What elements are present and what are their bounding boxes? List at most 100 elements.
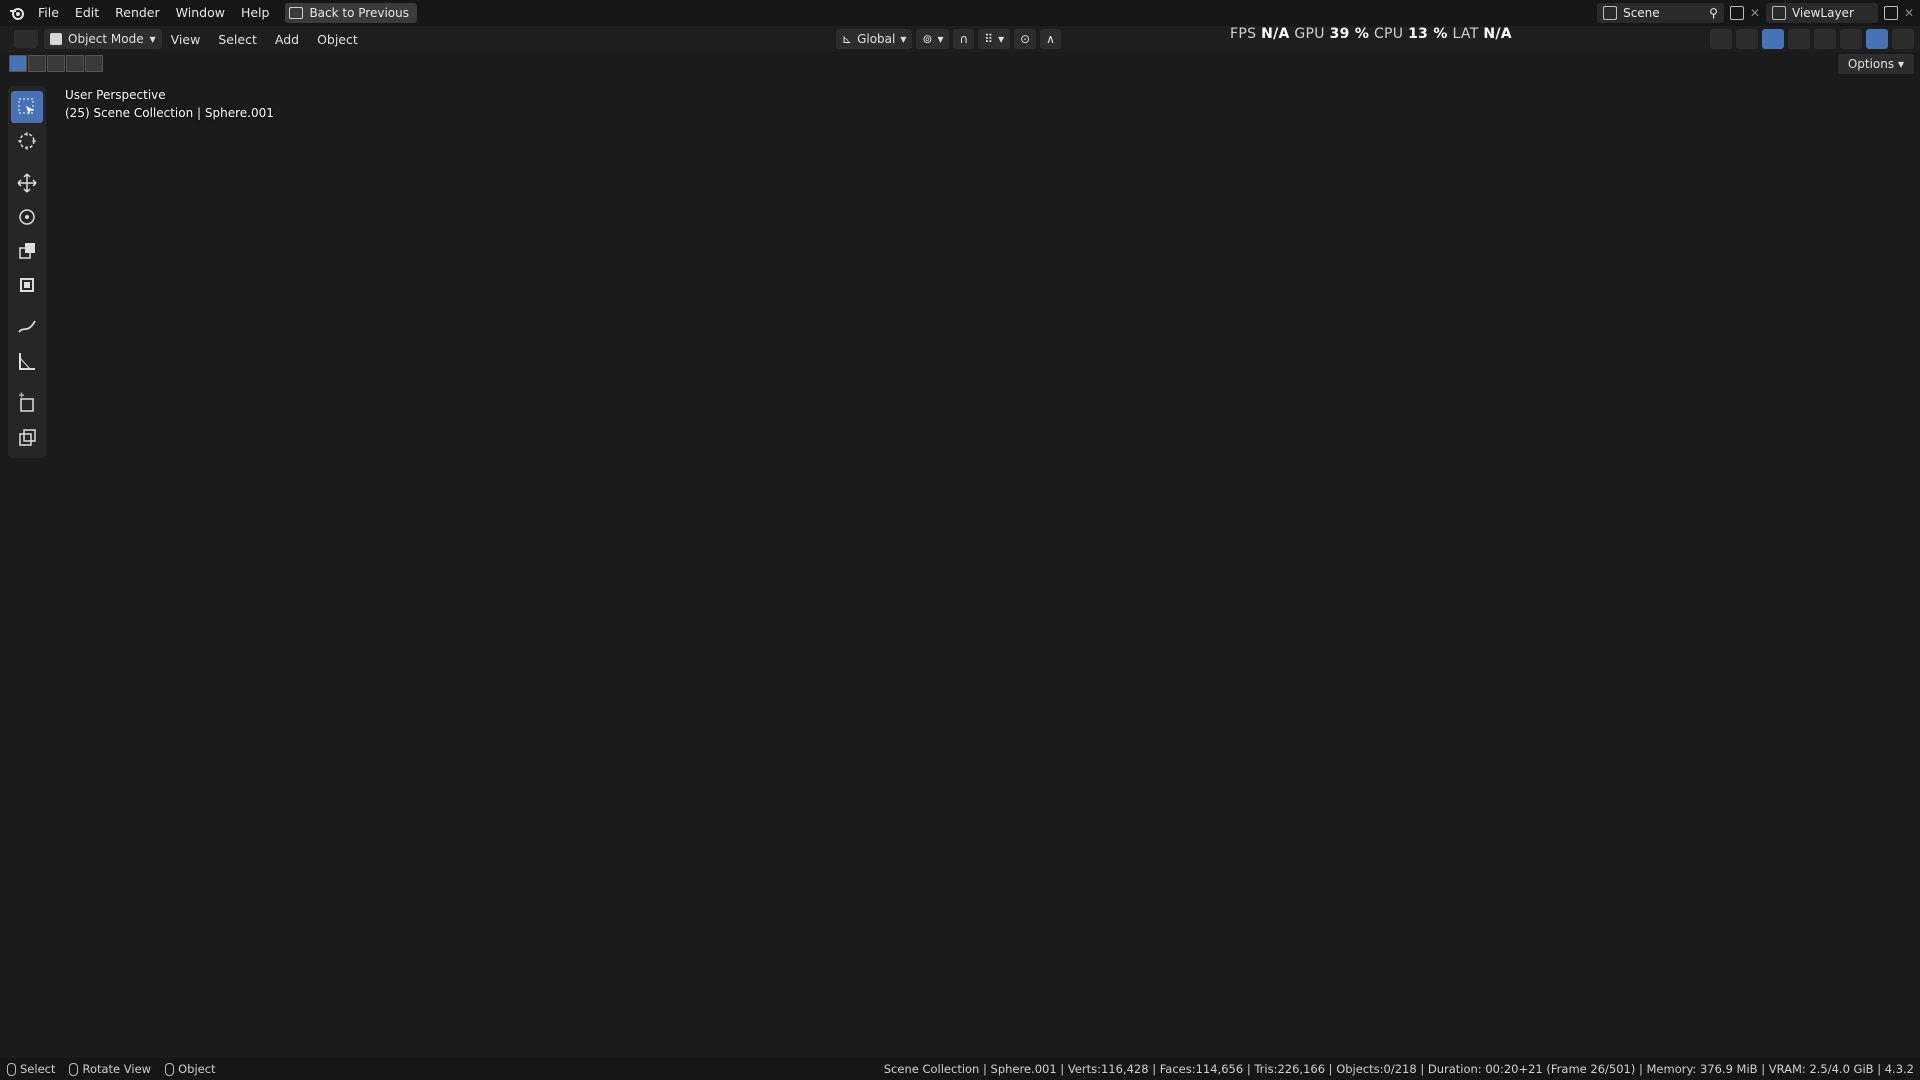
cpu-label: CPU	[1373, 26, 1404, 42]
view-layer-name-field[interactable]: ViewLayer	[1792, 6, 1872, 20]
transform-icon	[20, 278, 34, 292]
close-icon[interactable]: ✕	[1904, 6, 1914, 20]
select-invert-icon[interactable]	[66, 55, 84, 72]
move-tool[interactable]	[11, 167, 43, 199]
snap-toggle[interactable]: ∩	[953, 29, 975, 49]
menu-render[interactable]: Render	[107, 2, 168, 24]
pivot-dropdown[interactable]: ⊚ ▾	[916, 29, 950, 49]
viewport-subheader: Options ▾	[0, 52, 1920, 76]
y-axis-line	[0, 287, 1920, 796]
scene-selector[interactable]: Scene ⚲	[1597, 3, 1724, 23]
gpu-label: GPU	[1294, 26, 1325, 42]
add-cube-tool[interactable]	[11, 387, 43, 419]
solid-shading-icon[interactable]	[1840, 29, 1862, 49]
lat-value: N/A	[1483, 26, 1512, 42]
extrude-tool[interactable]	[11, 421, 43, 453]
move-icon	[17, 173, 37, 193]
viewport-shading-controls	[1710, 29, 1914, 49]
perspective-label: User Perspective	[65, 88, 166, 102]
cloud-decal	[559, 336, 585, 384]
chevron-down-icon: ▾	[1897, 57, 1904, 71]
back-to-previous-button[interactable]: Back to Previous	[285, 3, 417, 23]
tool-shelf	[8, 86, 46, 458]
object-mode-label: Object Mode	[68, 32, 144, 46]
blender-logo-icon[interactable]	[4, 0, 30, 26]
menu-add[interactable]: Add	[266, 32, 308, 47]
annotate-tool[interactable]	[11, 311, 43, 343]
cursor-icon	[18, 132, 36, 150]
select-new-icon[interactable]	[9, 55, 27, 72]
view-layer-selector[interactable]: ViewLayer	[1765, 3, 1878, 23]
fps-label: FPS	[1230, 26, 1257, 42]
rendered-shading-icon[interactable]	[1892, 29, 1914, 49]
object-mode-icon	[50, 33, 62, 45]
falloff-dropdown[interactable]: ∧	[1040, 29, 1061, 49]
select-box-icon	[18, 98, 34, 115]
menu-view[interactable]: View	[162, 32, 210, 47]
chevron-down-icon: ▾	[149, 32, 156, 46]
menu-help[interactable]: Help	[233, 2, 278, 24]
shelf-top	[478, 452, 1000, 958]
chevron-down-icon: ▾	[937, 32, 944, 46]
transform-tool[interactable]	[11, 269, 43, 301]
view-layer-icon	[1771, 6, 1786, 20]
extrude-icon	[19, 429, 36, 446]
floral-decal	[668, 440, 704, 500]
orientation-dropdown[interactable]: ⊾ Global ▾	[836, 29, 913, 49]
select-intersect-icon[interactable]	[85, 55, 103, 72]
select-box-tool[interactable]	[11, 91, 43, 123]
close-icon[interactable]: ✕	[1750, 6, 1760, 20]
grid-snap-icon: ⠿	[984, 32, 994, 46]
status-bar: Select Rotate View Object Scene Collecti…	[0, 1058, 1920, 1080]
xray-icon[interactable]	[1788, 29, 1810, 49]
overlays-icon[interactable]	[1762, 29, 1784, 49]
cloud-decal	[848, 628, 908, 708]
proportional-icon: ⊙	[1020, 32, 1031, 46]
proportional-edit-toggle[interactable]: ⊙	[1014, 29, 1037, 49]
heart-prop	[1062, 604, 1098, 632]
pin-icon[interactable]: ⚲	[1709, 6, 1718, 20]
measure-tool[interactable]	[11, 345, 43, 377]
collection-label: (25) Scene Collection | Sphere.001	[65, 106, 274, 120]
menu-window[interactable]: Window	[168, 2, 233, 24]
scene-name-field[interactable]: Scene	[1623, 6, 1703, 20]
cloud-decal	[602, 286, 638, 354]
status-object-label: Object	[178, 1062, 216, 1076]
new-scene-icon[interactable]	[1729, 6, 1744, 20]
floor-plane	[880, 390, 1560, 890]
heart-prop	[1086, 559, 1114, 577]
scale-tool[interactable]	[11, 235, 43, 267]
visibility-icon[interactable]	[1710, 29, 1732, 49]
editor-type-icon[interactable]	[14, 30, 38, 48]
chevron-down-icon: ▾	[998, 32, 1005, 46]
3d-viewport[interactable]	[0, 52, 1920, 1058]
select-extend-icon[interactable]	[28, 55, 46, 72]
pivot-icon: ⊚	[922, 32, 933, 46]
mouse-middle-icon	[69, 1062, 79, 1076]
menu-edit[interactable]: Edit	[67, 2, 107, 24]
add-cube-icon	[19, 392, 34, 412]
gift-box-prop	[1012, 654, 1054, 690]
snap-target-dropdown[interactable]: ⠿ ▾	[978, 29, 1011, 49]
wireframe-shading-icon[interactable]	[1814, 29, 1836, 49]
performance-stats: FPS N/A GPU 39 % CPU 13 % LAT N/A	[1230, 26, 1512, 42]
cursor-tool[interactable]	[11, 125, 43, 157]
menu-select[interactable]: Select	[209, 32, 266, 47]
viewport-info: User Perspective (25) Scene Collection |…	[65, 86, 274, 122]
object-mode-dropdown[interactable]: Object Mode ▾	[44, 29, 162, 49]
menu-object[interactable]: Object	[308, 32, 367, 47]
rotate-tool[interactable]	[11, 201, 43, 233]
new-view-layer-icon[interactable]	[1883, 6, 1898, 20]
magnet-icon: ∩	[959, 32, 969, 46]
cpu-value: 13 %	[1408, 26, 1448, 42]
menu-file[interactable]: File	[30, 2, 67, 24]
select-subtract-icon[interactable]	[47, 55, 65, 72]
material-shading-icon[interactable]	[1866, 29, 1888, 49]
scene-icon	[1603, 6, 1618, 20]
options-dropdown[interactable]: Options ▾	[1837, 54, 1914, 74]
origin-dot	[837, 525, 843, 531]
falloff-icon: ∧	[1046, 32, 1055, 46]
gizmo-icon[interactable]	[1736, 29, 1758, 49]
annotate-icon	[18, 320, 36, 333]
viewport-header: Object Mode ▾ View Select Add Object ⊾ G…	[0, 26, 1920, 52]
